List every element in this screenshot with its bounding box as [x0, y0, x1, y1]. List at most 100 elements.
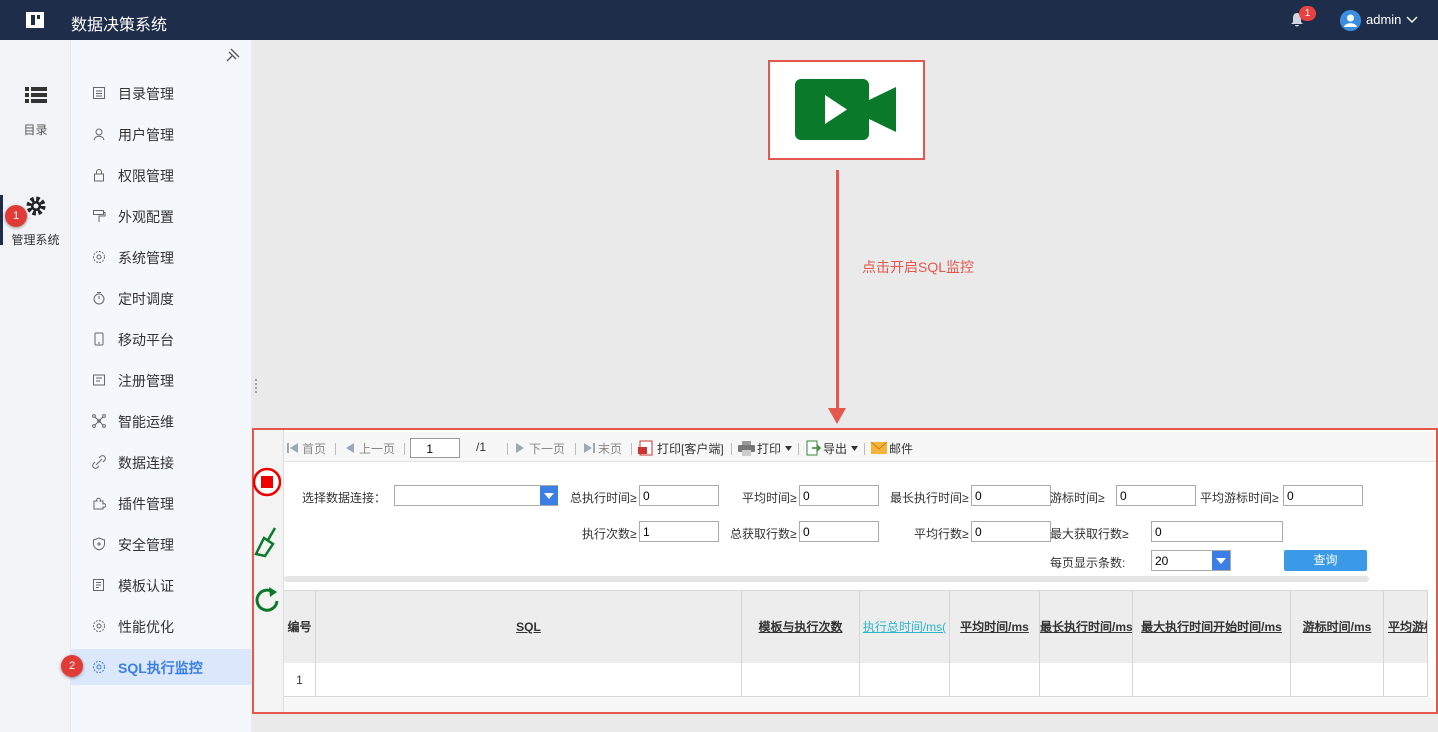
column-header-sql[interactable]: SQL — [316, 591, 742, 663]
menu-item-14[interactable]: SQL执行监控 — [71, 649, 251, 685]
lock-icon — [94, 169, 104, 182]
menu-item-label: 性能优化 — [118, 619, 174, 635]
cursor-time-input[interactable] — [1116, 485, 1196, 506]
caret-down-icon[interactable] — [544, 493, 554, 499]
chevron-down-icon[interactable] — [1406, 14, 1418, 24]
max-rows-label: 最大获取行数≥ — [1050, 527, 1129, 541]
column-header-avg-time[interactable]: 平均时间/ms — [950, 591, 1040, 663]
rail-item-admin-system[interactable]: 管理系统 — [0, 231, 71, 248]
table-cell — [1384, 663, 1428, 697]
connection-label: 选择数据连接： — [302, 491, 387, 505]
toolbar-separator — [631, 443, 632, 455]
next-page-button[interactable]: 下一页 — [529, 440, 565, 457]
last-page-button[interactable]: 末页 — [598, 440, 622, 457]
column-header-template-count[interactable]: 模板与执行次数 — [742, 591, 860, 663]
prev-page-icon[interactable] — [345, 442, 355, 454]
print-client-button[interactable]: 打印[客户端] — [657, 440, 724, 457]
print-button[interactable]: 打印 — [757, 440, 781, 457]
catalog-icon — [93, 87, 105, 99]
pin-icon[interactable] — [226, 48, 240, 62]
register-icon — [93, 374, 105, 386]
table-cell — [860, 663, 950, 697]
toolbar-separator — [864, 443, 865, 455]
export-icon[interactable] — [806, 440, 821, 456]
callout-badge-1: 1 — [5, 205, 27, 227]
menu-item-6[interactable]: 移动平台 — [71, 321, 251, 357]
user-icon — [93, 128, 105, 141]
puzzle-icon — [93, 497, 106, 510]
caret-down-icon[interactable] — [1216, 558, 1226, 564]
menu-item-11[interactable]: 安全管理 — [71, 526, 251, 562]
connection-select[interactable] — [394, 485, 558, 506]
menu-item-label: 智能运维 — [118, 414, 174, 430]
menu-item-label: SQL执行监控 — [118, 660, 203, 676]
stop-icon[interactable] — [253, 466, 281, 498]
export-button[interactable]: 导出 — [823, 440, 847, 457]
column-header-id: 编号 — [284, 591, 316, 663]
avg-cursor-input[interactable] — [1283, 485, 1363, 506]
menu-item-label: 权限管理 — [118, 168, 174, 184]
avg-rows-label: 平均行数≥ — [914, 527, 969, 541]
prev-page-button[interactable]: 上一页 — [359, 440, 395, 457]
top-bar — [0, 0, 1438, 40]
printer-icon[interactable] — [738, 441, 755, 456]
menu-item-1[interactable]: 用户管理 — [71, 116, 251, 152]
table-cell: 1 — [284, 663, 316, 697]
menu-item-7[interactable]: 注册管理 — [71, 362, 251, 398]
mail-button[interactable]: 邮件 — [889, 440, 913, 457]
menu-item-12[interactable]: 模板认证 — [71, 567, 251, 603]
left-rail — [0, 40, 71, 732]
menu-item-13[interactable]: 性能优化 — [71, 608, 251, 644]
broom-icon[interactable] — [253, 526, 281, 558]
horizontal-scrollbar[interactable] — [284, 576, 1369, 582]
column-header-max-time-start[interactable]: 最大执行时间开始时间/ms — [1133, 591, 1291, 663]
pdf-print-icon[interactable] — [638, 440, 654, 456]
menu-item-0[interactable]: 目录管理 — [71, 75, 251, 111]
caret-down-icon[interactable] — [785, 446, 792, 451]
menu-item-2[interactable]: 权限管理 — [71, 157, 251, 193]
page-number-input[interactable] — [410, 438, 460, 458]
toolbar-separator — [335, 443, 336, 455]
table-cell — [1040, 663, 1133, 697]
total-time-input[interactable] — [639, 485, 719, 506]
avatar-icon[interactable] — [1340, 10, 1361, 31]
mail-icon[interactable] — [871, 442, 887, 454]
caret-down-icon[interactable] — [851, 446, 858, 451]
column-header-total-time[interactable]: 执行总时间/ms( — [860, 591, 950, 663]
menu-item-4[interactable]: 系统管理 — [71, 239, 251, 275]
menu-item-3[interactable]: 外观配置 — [71, 198, 251, 234]
rail-item-catalog[interactable]: 目录 — [0, 121, 71, 138]
table-footer — [284, 698, 1436, 712]
last-page-icon[interactable] — [583, 442, 595, 454]
avg-rows-input[interactable] — [971, 521, 1051, 542]
refresh-icon[interactable] — [253, 584, 281, 616]
first-page-icon[interactable] — [287, 442, 299, 454]
menu-item-5[interactable]: 定时调度 — [71, 280, 251, 316]
callout-badge-2: 2 — [61, 655, 83, 677]
column-header-avg-cursor[interactable]: 平均游标 — [1384, 591, 1428, 663]
callout-text: 点击开启SQL监控 — [862, 259, 975, 275]
page-total: /1 — [476, 440, 487, 454]
next-page-icon[interactable] — [515, 442, 525, 454]
menu-item-label: 插件管理 — [118, 496, 174, 512]
max-rows-input[interactable] — [1151, 521, 1283, 542]
callout-arrow-head — [828, 408, 846, 424]
exec-count-input[interactable] — [639, 521, 719, 542]
performance-icon — [93, 620, 105, 632]
total-rows-input[interactable] — [799, 521, 879, 542]
video-camera-icon[interactable] — [795, 79, 896, 140]
user-name[interactable]: admin — [1366, 12, 1401, 27]
network-icon — [92, 414, 106, 428]
query-button[interactable]: 查询 — [1284, 550, 1367, 571]
resize-handle-icon[interactable] — [254, 378, 258, 394]
menu-item-8[interactable]: 智能运维 — [71, 403, 251, 439]
avg-time-input[interactable] — [799, 485, 879, 506]
max-time-input[interactable] — [971, 485, 1051, 506]
menu-item-label: 数据连接 — [118, 455, 174, 471]
first-page-button[interactable]: 首页 — [302, 440, 326, 457]
column-header-cursor-time[interactable]: 游标时间/ms — [1291, 591, 1384, 663]
menu-item-10[interactable]: 插件管理 — [71, 485, 251, 521]
column-header-max-time[interactable]: 最长执行时间/ms — [1040, 591, 1133, 663]
menu-item-9[interactable]: 数据连接 — [71, 444, 251, 480]
app-logo-icon — [26, 12, 44, 28]
